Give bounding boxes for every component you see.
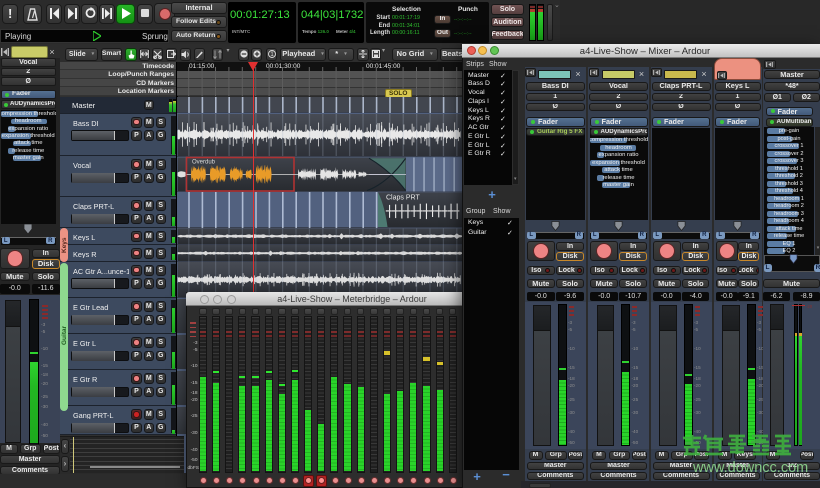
svg-text:www.downcc.com: www.downcc.com — [692, 460, 808, 476]
svg-text:Overdub: Overdub — [192, 160, 216, 166]
svg-text:Claps PRT: Claps PRT — [386, 195, 420, 202]
